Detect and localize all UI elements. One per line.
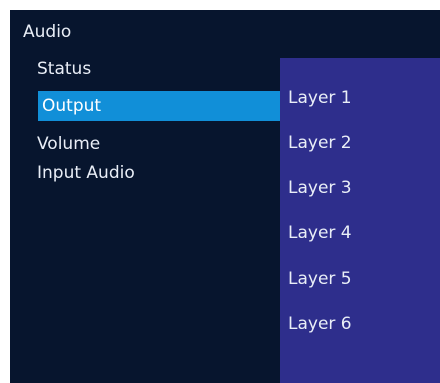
submenu-item-layer-6[interactable]: Layer 6 xyxy=(288,312,352,336)
menu-item-output[interactable]: Output xyxy=(38,91,285,121)
submenu-item-layer-2[interactable]: Layer 2 xyxy=(288,131,352,155)
submenu-item-layer-5[interactable]: Layer 5 xyxy=(288,267,352,291)
menu-item-input-audio[interactable]: Input Audio xyxy=(37,161,135,185)
audio-menu-screen: Audio Status Output Volume Input Audio L… xyxy=(10,10,440,383)
submenu-item-layer-4[interactable]: Layer 4 xyxy=(288,221,352,245)
menu-item-status[interactable]: Status xyxy=(37,57,91,81)
menu-title: Audio xyxy=(23,22,72,42)
menu-item-volume[interactable]: Volume xyxy=(37,132,100,156)
submenu-item-layer-1[interactable]: Layer 1 xyxy=(288,86,352,110)
submenu-item-layer-3[interactable]: Layer 3 xyxy=(288,176,352,200)
output-submenu: Layer 1 Layer 2 Layer 3 Layer 4 Layer 5 … xyxy=(280,58,440,383)
